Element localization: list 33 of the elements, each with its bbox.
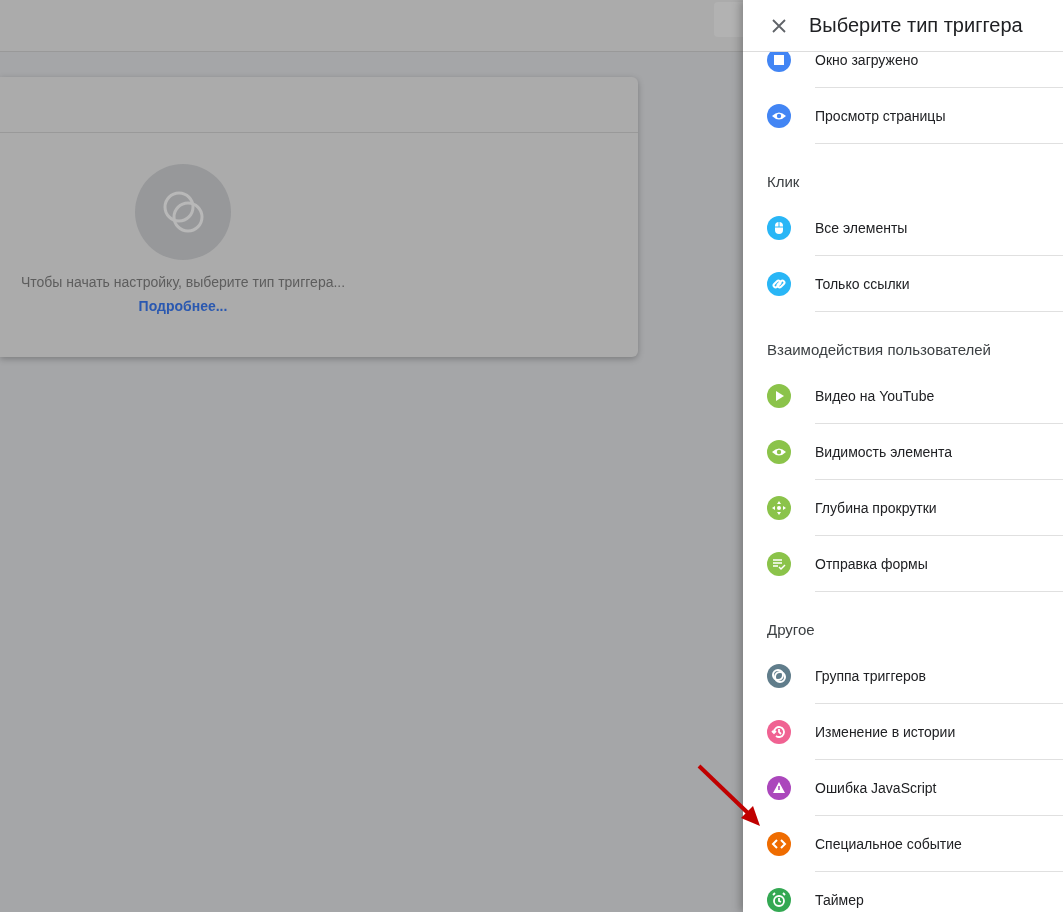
trigger-type-item[interactable]: Специальное событие bbox=[743, 816, 1063, 872]
item-label: Видео на YouTube bbox=[815, 387, 935, 404]
trigger-type-item[interactable]: Группа триггеров bbox=[743, 648, 1063, 704]
section-heading: Другое bbox=[767, 621, 815, 638]
trigger-type-item[interactable]: Отправка формы bbox=[743, 536, 1063, 592]
trigger-type-item[interactable]: Глубина прокрутки bbox=[743, 480, 1063, 536]
trigger-type-item[interactable]: Таймер bbox=[743, 872, 1063, 912]
empty-message: Чтобы начать настройку, выберите тип триггера... bbox=[20, 274, 346, 290]
item-label: Все элементы bbox=[815, 219, 908, 236]
item-label: Ошибка JavaScript bbox=[815, 779, 937, 796]
item-label: Таймер bbox=[815, 891, 864, 908]
item-label: Видимость элемента bbox=[815, 443, 953, 460]
trigger-type-item[interactable]: Только ссылки bbox=[743, 256, 1063, 312]
trigger-type-item[interactable]: Изменение в истории bbox=[743, 704, 1063, 760]
trigger-type-item[interactable]: Все элементы bbox=[743, 200, 1063, 256]
section-heading: Клик bbox=[767, 173, 800, 190]
item-label: Специальное событие bbox=[815, 835, 962, 852]
item-label: Группа триггеров bbox=[815, 667, 926, 684]
item-label: Отправка формы bbox=[815, 555, 928, 572]
trigger-type-item[interactable]: Ошибка JavaScript bbox=[743, 760, 1063, 816]
trigger-group-icon bbox=[135, 164, 231, 260]
item-label: Глубина прокрутки bbox=[815, 499, 937, 516]
trigger-type-item[interactable]: Просмотр страницы bbox=[743, 88, 1063, 144]
item-label: Просмотр страницы bbox=[815, 107, 946, 124]
trigger-type-item[interactable]: Видимость элемента bbox=[743, 424, 1063, 480]
drawer-title: Выберите тип триггера bbox=[809, 14, 1023, 37]
item-label: Окно загружено bbox=[815, 52, 919, 68]
item-label: Только ссылки bbox=[815, 275, 910, 292]
section-heading: Взаимодействия пользователей bbox=[767, 341, 991, 358]
close-icon[interactable] bbox=[772, 18, 786, 33]
trigger-type-item[interactable]: Видео на YouTube bbox=[743, 368, 1063, 424]
trigger-type-item[interactable]: Окно загружено bbox=[743, 52, 1063, 88]
item-label: Изменение в истории bbox=[815, 723, 956, 740]
